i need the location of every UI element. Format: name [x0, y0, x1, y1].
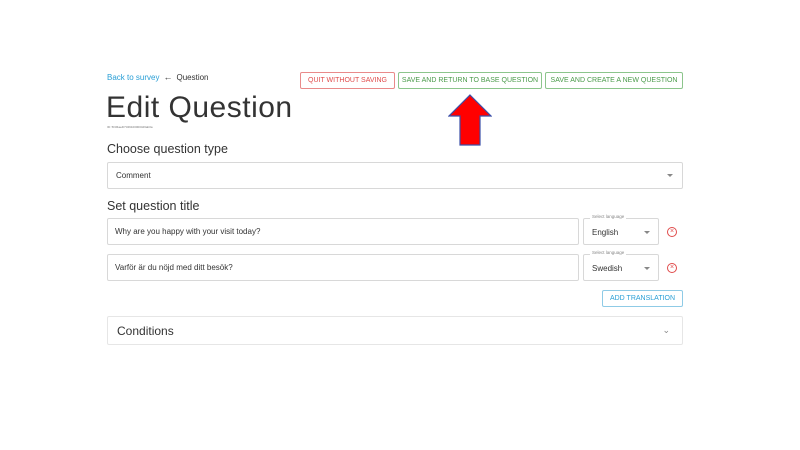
question-title-text: Why are you happy with your visit today?	[115, 227, 261, 236]
breadcrumb-current: Question	[176, 72, 209, 82]
language-select-value: English	[592, 228, 619, 237]
question-type-value: Comment	[116, 171, 151, 180]
question-title-input-english[interactable]: Why are you happy with your visit today?	[107, 218, 579, 245]
close-circle-icon[interactable]: ×	[667, 227, 677, 237]
chevron-down-icon: ⌄	[662, 325, 670, 335]
chevron-down-icon	[667, 174, 673, 177]
close-circle-icon[interactable]: ×	[667, 263, 677, 273]
question-title-heading: Set question title	[107, 199, 200, 213]
add-translation-button[interactable]: ADD TRANSLATION	[602, 290, 683, 307]
language-select-swedish[interactable]: Select language Swedish	[583, 250, 659, 281]
page-title: Edit Question	[106, 91, 293, 124]
conditions-accordion[interactable]: Conditions ⌄	[107, 316, 683, 345]
chevron-down-icon	[644, 267, 650, 270]
question-title-input-swedish[interactable]: Varför är du nöjd med ditt besök?	[107, 254, 579, 281]
save-and-create-new-button[interactable]: SAVE AND CREATE A NEW QUESTION	[545, 72, 683, 89]
arrow-left-icon: ←	[163, 72, 173, 82]
up-arrow-annotation-icon	[448, 94, 492, 146]
question-type-heading: Choose question type	[107, 142, 228, 156]
question-id: ID: 5f4f4ae4f7349100000426ab0a	[107, 125, 153, 129]
question-type-select[interactable]: Comment	[107, 162, 683, 189]
breadcrumb: Back to survey ← Question	[107, 72, 209, 82]
language-select-value: Swedish	[592, 264, 623, 273]
conditions-label: Conditions	[117, 324, 174, 338]
question-title-text: Varför är du nöjd med ditt besök?	[115, 263, 233, 272]
back-to-survey-link[interactable]: Back to survey	[107, 73, 159, 82]
language-select-label: Select language	[590, 250, 627, 255]
language-select-label: Select language	[590, 214, 627, 219]
save-and-return-button[interactable]: SAVE AND RETURN TO BASE QUESTION	[398, 72, 542, 89]
quit-without-saving-button[interactable]: QUIT WITHOUT SAVING	[300, 72, 395, 89]
language-select-english[interactable]: Select language English	[583, 214, 659, 245]
chevron-down-icon	[644, 231, 650, 234]
